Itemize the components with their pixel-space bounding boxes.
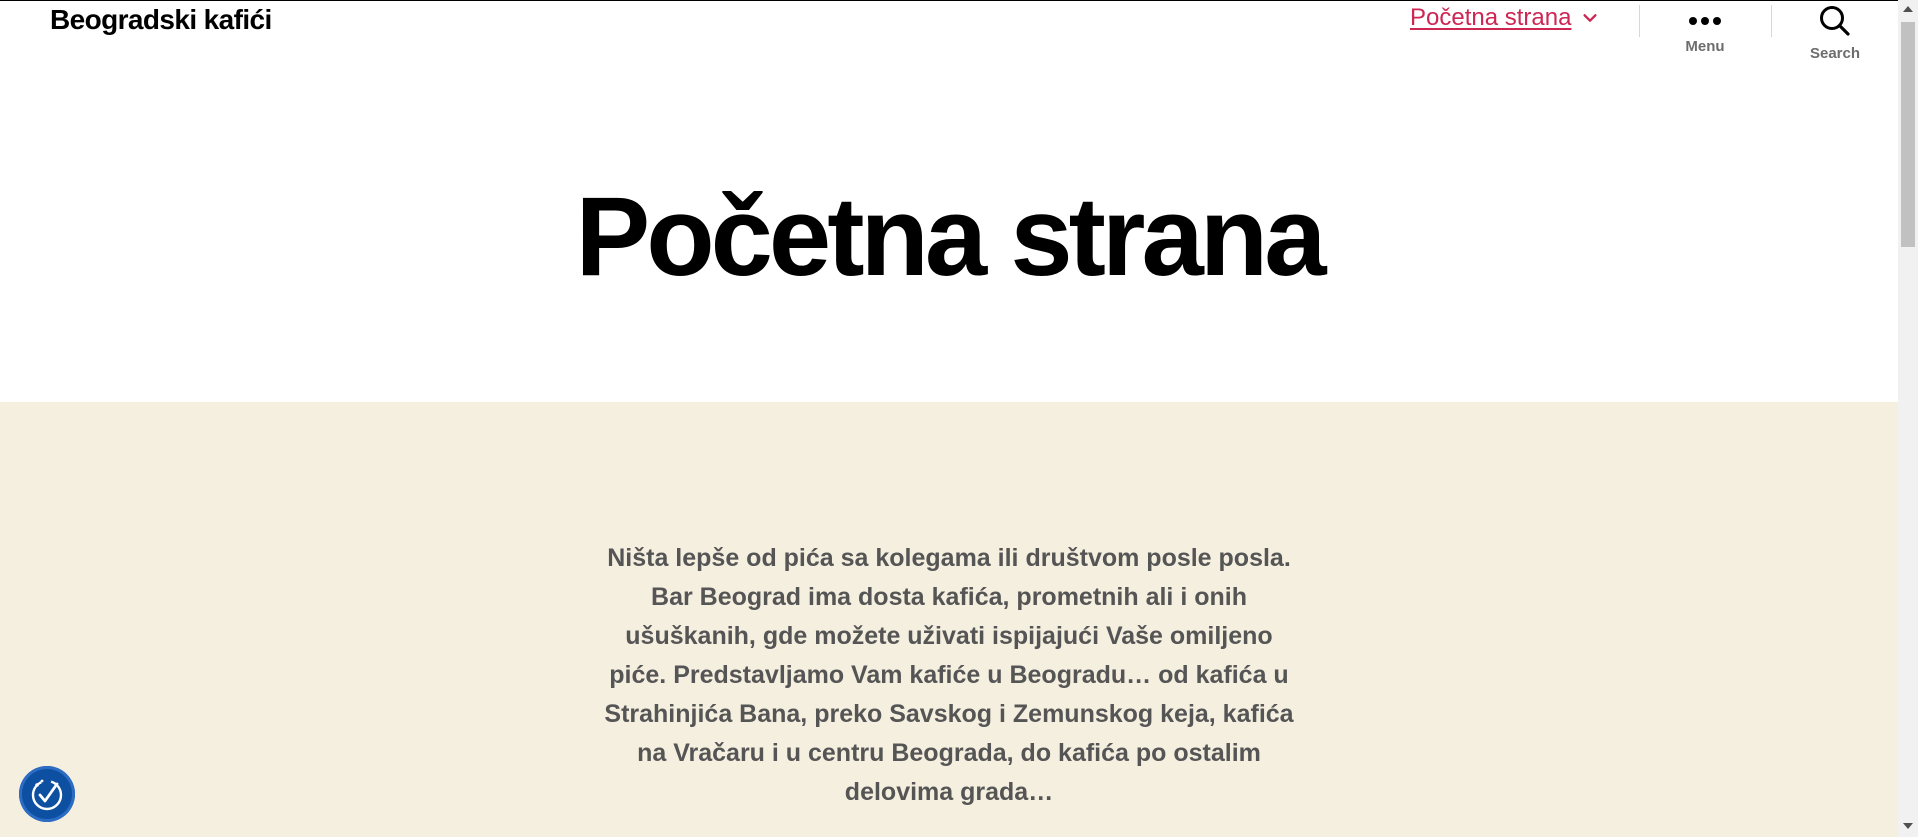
search-toggle-button[interactable]: Search bbox=[1790, 4, 1880, 62]
nav-item-pocetna-strana[interactable]: Početna strana bbox=[1410, 4, 1571, 32]
chevron-down-icon[interactable] bbox=[1581, 9, 1599, 27]
scroll-down-arrow[interactable] bbox=[1903, 823, 1913, 829]
site-title[interactable]: Beogradski kafići bbox=[50, 4, 272, 36]
header-divider bbox=[1639, 5, 1640, 37]
menu-toggle-button[interactable]: Menu bbox=[1660, 4, 1750, 55]
menu-label: Menu bbox=[1685, 38, 1725, 55]
accessibility-icon bbox=[31, 779, 63, 811]
primary-nav: Početna strana bbox=[1410, 4, 1599, 32]
intro-section: Ništa lepše od pića sa kolegama ili druš… bbox=[0, 402, 1898, 837]
site-header: Beogradski kafići Početna strana Menu Se… bbox=[0, 0, 1898, 80]
scrollbar-thumb[interactable] bbox=[1901, 22, 1915, 247]
search-label: Search bbox=[1809, 45, 1861, 62]
scroll-up-arrow[interactable] bbox=[1903, 6, 1913, 12]
search-icon bbox=[1820, 6, 1850, 36]
menu-dots-icon bbox=[1689, 17, 1721, 25]
accessibility-button[interactable] bbox=[19, 766, 75, 822]
viewport: Beogradski kafići Početna strana Menu Se… bbox=[0, 0, 1898, 837]
intro-paragraph: Ništa lepše od pića sa kolegama ili druš… bbox=[604, 544, 1294, 806]
page-title: Početna strana bbox=[575, 174, 1327, 299]
header-divider bbox=[1771, 5, 1772, 37]
